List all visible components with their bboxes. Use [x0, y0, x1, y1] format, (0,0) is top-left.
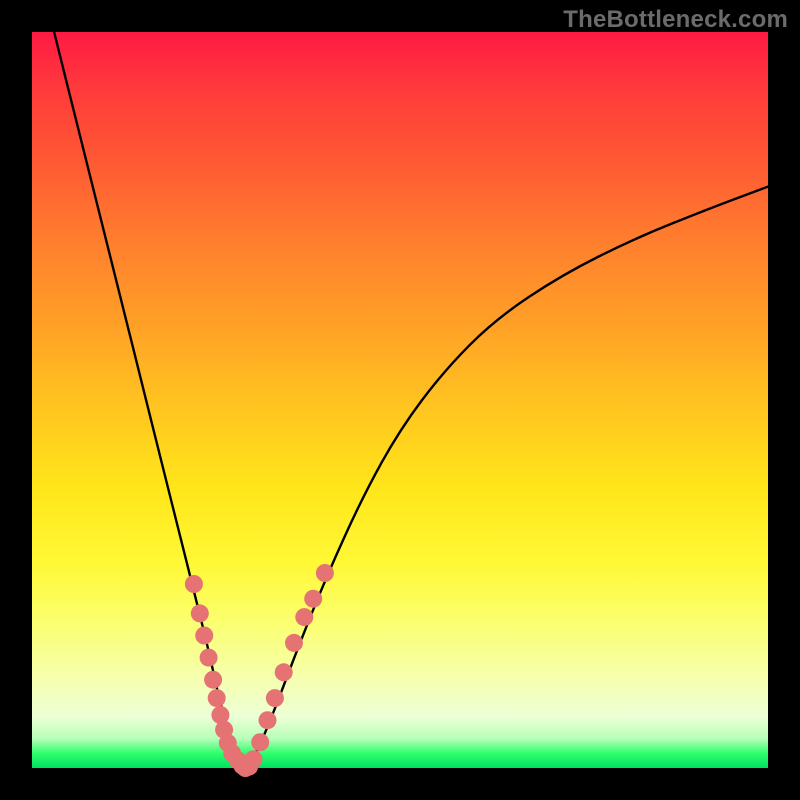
watermark-text: TheBottleneck.com	[563, 6, 788, 34]
marker-dot	[191, 604, 209, 622]
plot-area	[32, 32, 768, 768]
marker-dot	[266, 689, 284, 707]
marker-dot	[304, 590, 322, 608]
chart-svg	[32, 32, 768, 768]
marker-dot	[285, 634, 303, 652]
marker-dot	[185, 575, 203, 593]
marker-dot	[195, 627, 213, 645]
marker-group	[185, 564, 334, 777]
marker-dot	[259, 711, 277, 729]
marker-dot	[316, 564, 334, 582]
bottleneck-curve	[54, 32, 768, 766]
marker-dot	[251, 733, 269, 751]
marker-dot	[200, 649, 218, 667]
marker-dot	[275, 663, 293, 681]
marker-dot	[208, 689, 226, 707]
chart-stage: TheBottleneck.com	[0, 0, 800, 800]
marker-dot	[295, 608, 313, 626]
marker-dot	[245, 750, 263, 768]
marker-dot	[204, 671, 222, 689]
